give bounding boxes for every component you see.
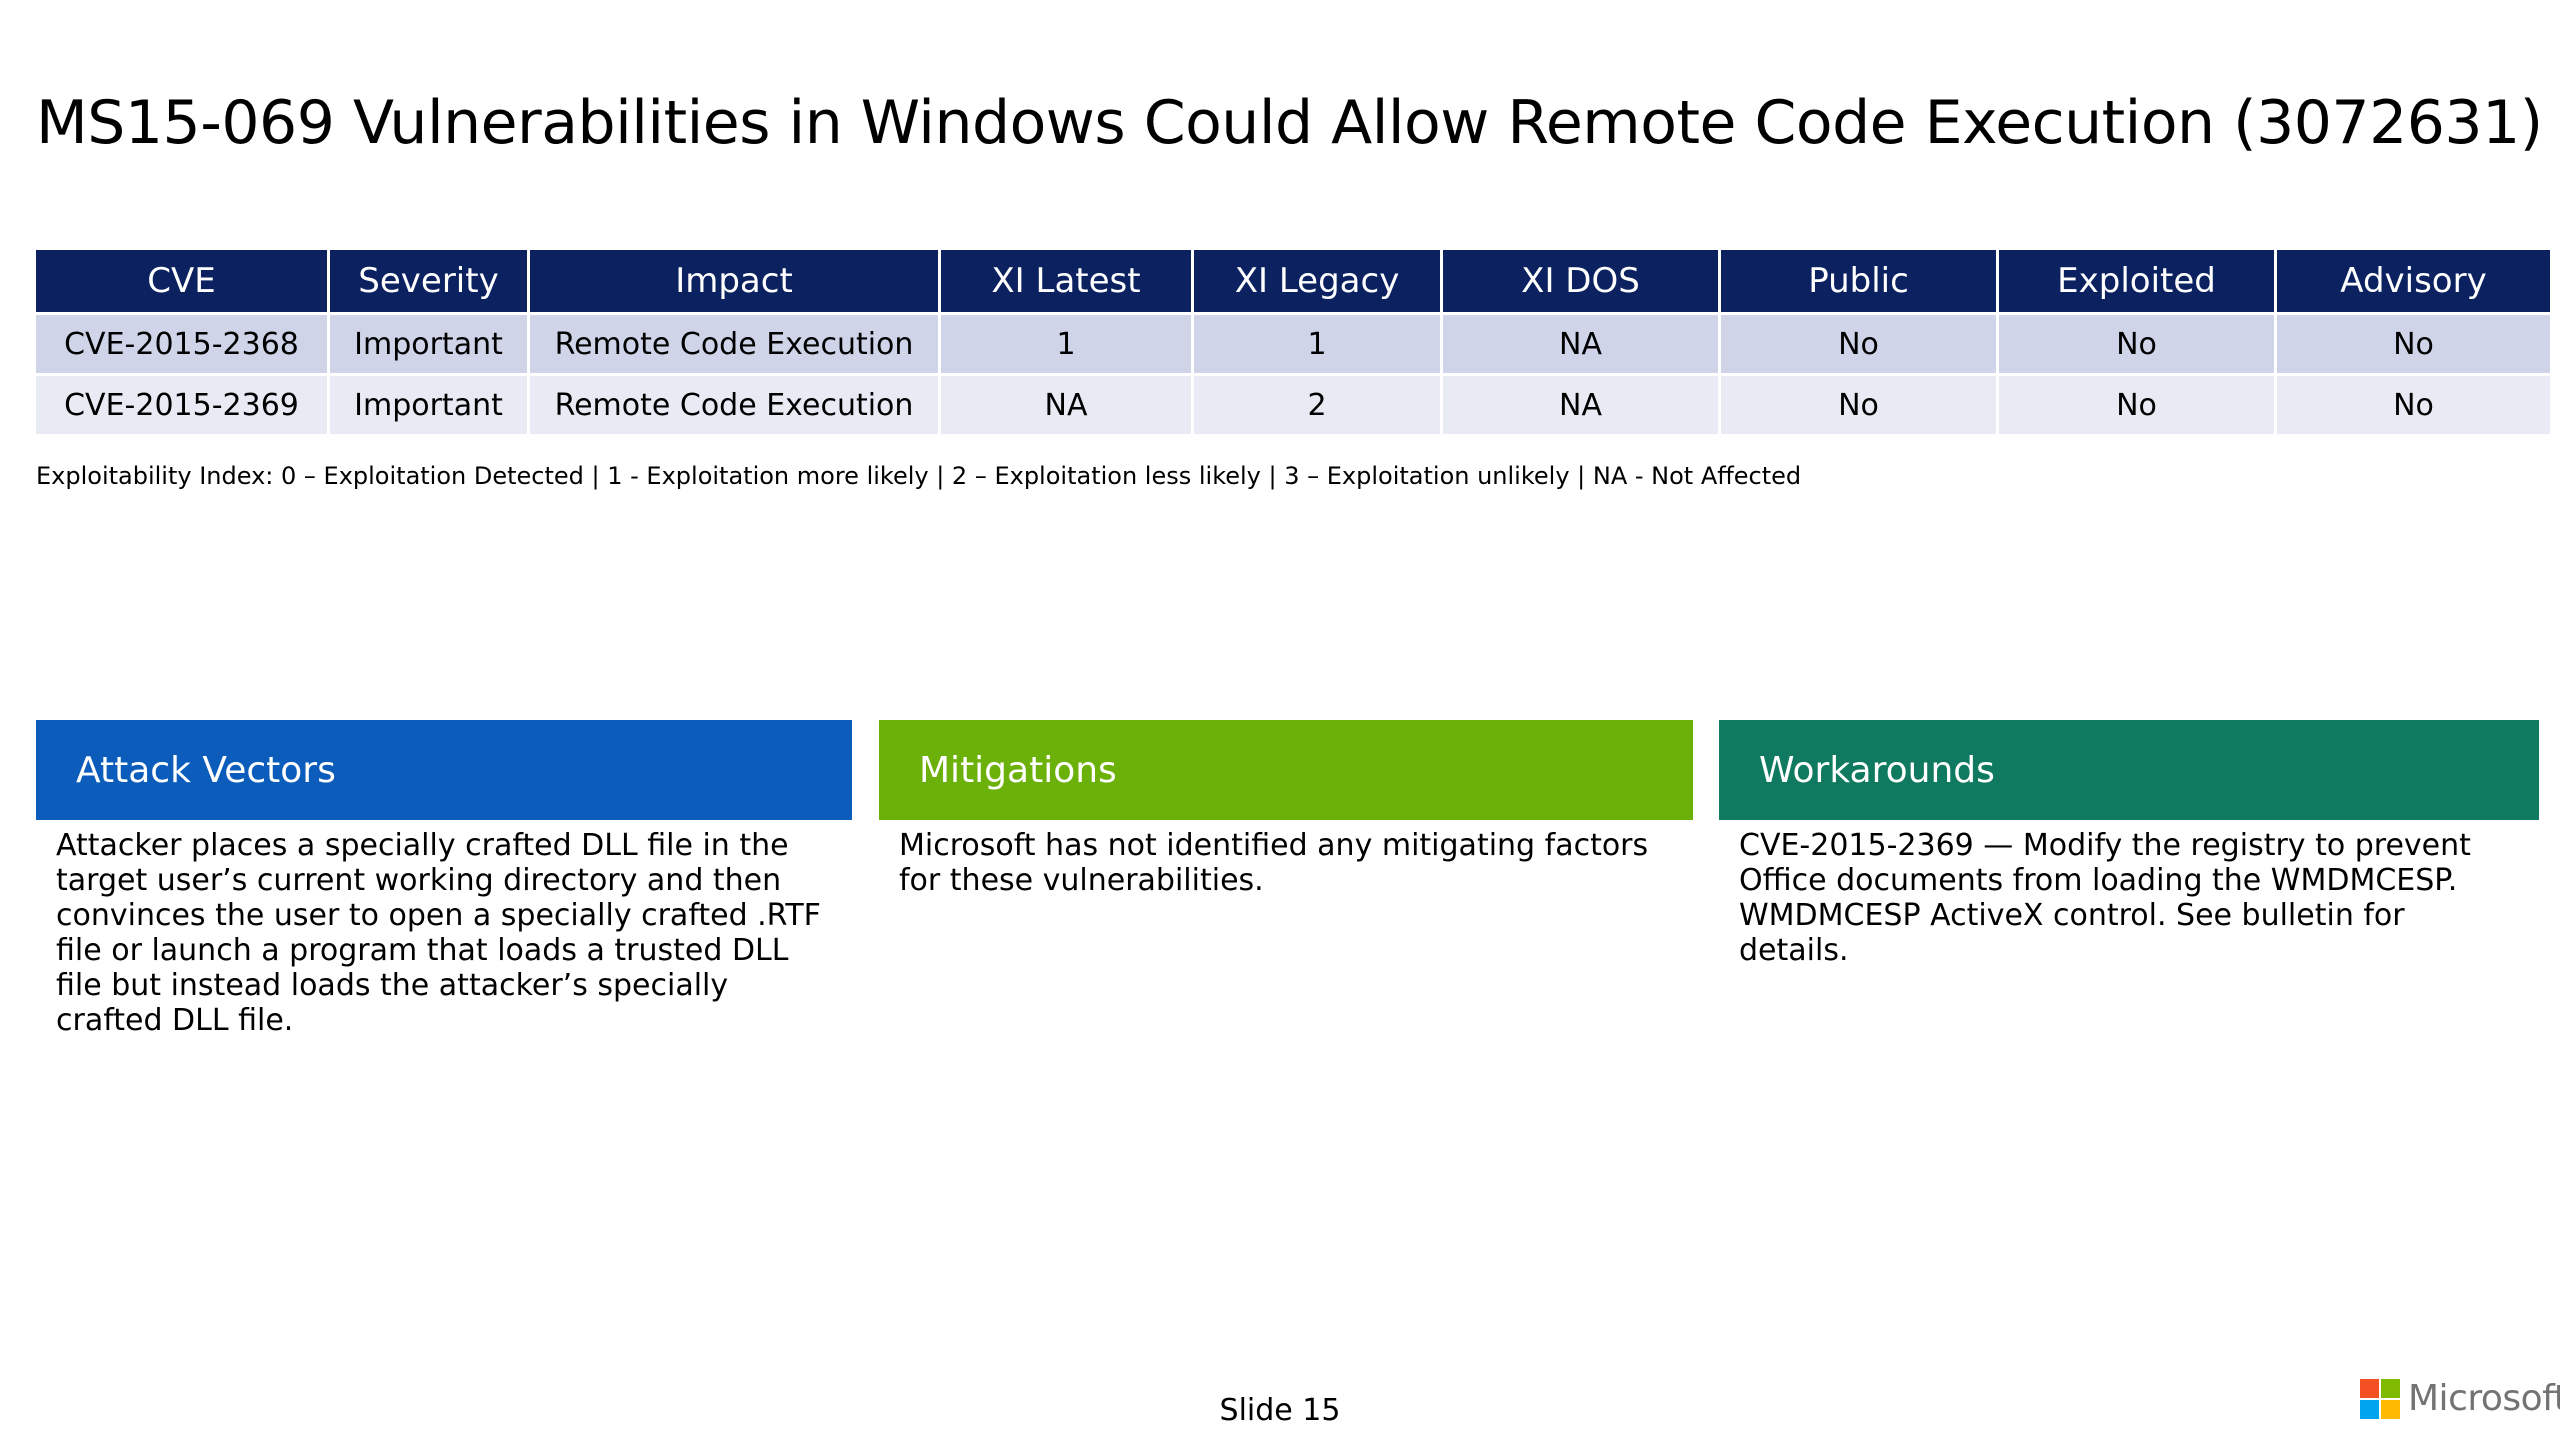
slide-number: Slide 15 [1219,1393,1341,1428]
mitigations-header: Mitigations [879,720,1693,820]
cell-cve: CVE-2015-2368 [36,312,327,373]
cell-xi-dos: NA [1443,312,1718,373]
column-header-public: Public [1721,250,1996,312]
cell-exploited: No [1999,312,2274,373]
cell-severity: Important [330,373,527,434]
cell-xi-dos: NA [1443,373,1718,434]
mitigations-body: Microsoft has not identified any mitigat… [899,828,1649,898]
cell-impact: Remote Code Execution [530,373,938,434]
vulnerability-table: CVE Severity Impact XI Latest XI Legacy … [33,250,2553,434]
table-row: CVE-2015-2369 Important Remote Code Exec… [36,373,2550,434]
microsoft-logo: Microsoft [2360,1378,2560,1419]
cell-xi-latest: NA [941,373,1191,434]
cell-xi-latest: 1 [941,312,1191,373]
attack-vectors-header: Attack Vectors [36,720,852,820]
column-header-advisory: Advisory [2277,250,2550,312]
cell-advisory: No [2277,373,2550,434]
workarounds-header: Workarounds [1719,720,2539,820]
mitigations-panel: Mitigations Microsoft has not identified… [879,720,1693,898]
cell-public: No [1721,373,1996,434]
workarounds-panel: Workarounds CVE-2015-2369 — Modify the r… [1719,720,2539,968]
column-header-exploited: Exploited [1999,250,2274,312]
column-header-xi-legacy: XI Legacy [1194,250,1440,312]
cell-xi-legacy: 1 [1194,312,1440,373]
attack-vectors-panel: Attack Vectors Attacker places a special… [36,720,852,1038]
table-header-row: CVE Severity Impact XI Latest XI Legacy … [36,250,2550,312]
column-header-cve: CVE [36,250,327,312]
cell-advisory: No [2277,312,2550,373]
column-header-xi-latest: XI Latest [941,250,1191,312]
cell-public: No [1721,312,1996,373]
column-header-severity: Severity [330,250,527,312]
cell-xi-legacy: 2 [1194,373,1440,434]
attack-vectors-body: Attacker places a specially crafted DLL … [56,828,821,1038]
cell-exploited: No [1999,373,2274,434]
microsoft-logo-icon [2360,1378,2400,1419]
table-row: CVE-2015-2368 Important Remote Code Exec… [36,312,2550,373]
cell-cve: CVE-2015-2369 [36,373,327,434]
slide-title: MS15-069 Vulnerabilities in Windows Coul… [36,88,2543,158]
workarounds-body: CVE-2015-2369 — Modify the registry to p… [1739,828,2471,968]
cell-severity: Important [330,312,527,373]
microsoft-logo-text: Microsoft [2408,1378,2560,1419]
exploitability-index-note: Exploitability Index: 0 – Exploitation D… [36,462,1802,490]
column-header-impact: Impact [530,250,938,312]
column-header-xi-dos: XI DOS [1443,250,1718,312]
cell-impact: Remote Code Execution [530,312,938,373]
